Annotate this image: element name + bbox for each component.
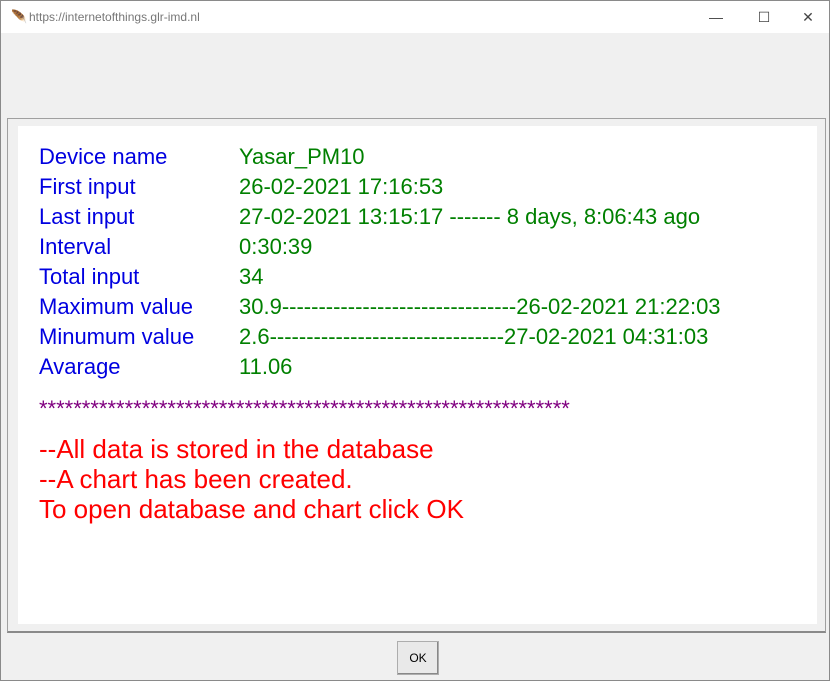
separator-line: ****************************************… — [39, 396, 570, 421]
ok-button[interactable]: OK — [397, 641, 439, 675]
window-title: https://internetofthings.glr-imd.nl — [29, 10, 200, 24]
minimize-button[interactable]: — — [693, 1, 739, 33]
info-label: Minumum value — [39, 324, 195, 349]
close-button[interactable]: ✕ — [785, 1, 830, 33]
info-label: Last input — [39, 204, 135, 229]
dialog-window: 🪶 https://internetofthings.glr-imd.nl — … — [0, 0, 830, 681]
info-value: 27-02-2021 13:15:17 ------- 8 days, 8:06… — [239, 204, 701, 229]
info-value: 30.9--------------------------------26-0… — [239, 294, 721, 319]
message-content: Device name Yasar_PM10 First input 26-02-2… — [18, 126, 817, 624]
info-value: Yasar_PM10 — [239, 144, 365, 169]
maximize-button[interactable]: ☐ — [741, 1, 787, 33]
info-label: Maximum value — [39, 294, 194, 319]
info-label: First input — [39, 174, 136, 199]
info-label: Avarage — [39, 354, 121, 379]
info-value: 26-02-2021 17:16:53 — [239, 174, 444, 199]
info-label: Device name — [39, 144, 168, 169]
title-bar: 🪶 https://internetofthings.glr-imd.nl — … — [1, 1, 829, 33]
info-value: 2.6--------------------------------27-02… — [239, 324, 709, 349]
message-panel: Device name Yasar_PM10 First input 26-02-2… — [7, 118, 826, 633]
info-label: Interval — [39, 234, 112, 259]
info-value: 34 — [239, 264, 264, 289]
info-value: 11.06 — [239, 354, 293, 379]
message-line: --A chart has been created. — [39, 464, 353, 494]
info-value: 0:30:39 — [239, 234, 313, 259]
info-label: Total input — [39, 264, 140, 289]
feather-icon: 🪶 — [11, 9, 28, 24]
message-line: --All data is stored in the database — [39, 434, 434, 464]
message-line: To open database and chart click OK — [39, 494, 464, 524]
